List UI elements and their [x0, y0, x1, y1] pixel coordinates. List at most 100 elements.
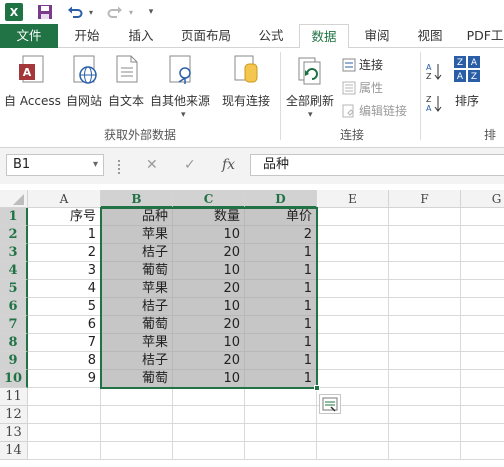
cell-a2[interactable]: 1 — [28, 226, 101, 244]
cell-g11[interactable] — [461, 388, 504, 406]
cell-a4[interactable]: 3 — [28, 262, 101, 280]
from-other-sources-button[interactable]: 自其他来源 — [150, 54, 210, 109]
cell-a7[interactable]: 6 — [28, 316, 101, 334]
cell-f14[interactable] — [389, 442, 461, 460]
cell-g13[interactable] — [461, 424, 504, 442]
cell-g1[interactable] — [461, 208, 504, 226]
cell-e7[interactable] — [317, 316, 389, 334]
cell-e2[interactable] — [317, 226, 389, 244]
cell-d9[interactable]: 1 — [245, 352, 317, 370]
tab-review[interactable]: 审阅 — [352, 24, 402, 48]
column-header-c[interactable]: C — [173, 190, 245, 208]
cell-b7[interactable]: 葡萄 — [101, 316, 173, 334]
name-box-dropdown-icon[interactable]: ▾ — [93, 155, 98, 175]
refresh-dropdown-icon[interactable]: ▾ — [308, 110, 313, 120]
row-header-8[interactable]: 8 — [0, 334, 28, 352]
cell-g12[interactable] — [461, 406, 504, 424]
connections-button[interactable]: 连接 — [342, 56, 383, 73]
row-header-13[interactable]: 13 — [0, 424, 28, 442]
cell-c14[interactable] — [173, 442, 245, 460]
row-header-10[interactable]: 10 — [0, 370, 28, 388]
undo-dropdown-icon[interactable]: ▾ — [86, 3, 96, 21]
tab-data[interactable]: 数据 — [299, 24, 349, 49]
row-header-6[interactable]: 6 — [0, 298, 28, 316]
cell-a1[interactable]: 序号 — [28, 208, 101, 226]
cell-d11[interactable] — [245, 388, 317, 406]
cell-e3[interactable] — [317, 244, 389, 262]
cell-g7[interactable] — [461, 316, 504, 334]
cell-a11[interactable] — [28, 388, 101, 406]
cell-f6[interactable] — [389, 298, 461, 316]
cell-a5[interactable]: 4 — [28, 280, 101, 298]
column-header-d[interactable]: D — [245, 190, 317, 208]
tab-page-layout[interactable]: 页面布局 — [170, 24, 242, 48]
from-access-button[interactable]: A 自 Access — [4, 54, 61, 109]
row-header-4[interactable]: 4 — [0, 262, 28, 280]
cell-g14[interactable] — [461, 442, 504, 460]
cell-b6[interactable]: 桔子 — [101, 298, 173, 316]
cell-e13[interactable] — [317, 424, 389, 442]
cell-e14[interactable] — [317, 442, 389, 460]
column-header-g[interactable]: G — [461, 190, 504, 208]
cell-b3[interactable]: 桔子 — [101, 244, 173, 262]
from-web-button[interactable]: 自网站 — [66, 54, 102, 109]
cell-f11[interactable] — [389, 388, 461, 406]
cell-d6[interactable]: 1 — [245, 298, 317, 316]
cell-f12[interactable] — [389, 406, 461, 424]
cell-d7[interactable]: 1 — [245, 316, 317, 334]
cell-d12[interactable] — [245, 406, 317, 424]
undo-icon[interactable] — [66, 3, 84, 21]
cell-b5[interactable]: 苹果 — [101, 280, 173, 298]
cell-f7[interactable] — [389, 316, 461, 334]
cell-e9[interactable] — [317, 352, 389, 370]
cell-b12[interactable] — [101, 406, 173, 424]
cell-e6[interactable] — [317, 298, 389, 316]
row-header-1[interactable]: 1 — [0, 208, 28, 226]
row-header-11[interactable]: 11 — [0, 388, 28, 406]
cell-f1[interactable] — [389, 208, 461, 226]
column-header-a[interactable]: A — [28, 190, 101, 208]
cell-f3[interactable] — [389, 244, 461, 262]
column-header-f[interactable]: F — [389, 190, 461, 208]
cell-d2[interactable]: 2 — [245, 226, 317, 244]
tab-pdf-tools[interactable]: PDF工 — [460, 24, 504, 48]
cell-e4[interactable] — [317, 262, 389, 280]
cell-f9[interactable] — [389, 352, 461, 370]
cell-d5[interactable]: 1 — [245, 280, 317, 298]
properties-button[interactable]: 属性 — [342, 79, 383, 96]
cell-c9[interactable]: 20 — [173, 352, 245, 370]
cell-b9[interactable]: 桔子 — [101, 352, 173, 370]
tab-view[interactable]: 视图 — [405, 24, 455, 48]
cell-f8[interactable] — [389, 334, 461, 352]
cell-d8[interactable]: 1 — [245, 334, 317, 352]
cell-g4[interactable] — [461, 262, 504, 280]
tab-home[interactable]: 开始 — [62, 24, 112, 48]
sort-descending-icon[interactable]: ZA — [426, 94, 442, 113]
sort-button[interactable]: ZAAZ 排序 — [452, 54, 482, 109]
cell-c13[interactable] — [173, 424, 245, 442]
cell-f4[interactable] — [389, 262, 461, 280]
cell-g3[interactable] — [461, 244, 504, 262]
other-sources-dropdown-icon[interactable]: ▾ — [181, 110, 186, 120]
cell-a9[interactable]: 8 — [28, 352, 101, 370]
cell-b4[interactable]: 葡萄 — [101, 262, 173, 280]
select-all-corner[interactable] — [0, 190, 28, 208]
quick-analysis-button[interactable] — [319, 394, 341, 414]
row-header-7[interactable]: 7 — [0, 316, 28, 334]
cell-b11[interactable] — [101, 388, 173, 406]
cell-d3[interactable]: 1 — [245, 244, 317, 262]
cell-f13[interactable] — [389, 424, 461, 442]
cell-g5[interactable] — [461, 280, 504, 298]
cell-a3[interactable]: 2 — [28, 244, 101, 262]
cell-g9[interactable] — [461, 352, 504, 370]
cell-c3[interactable]: 20 — [173, 244, 245, 262]
cell-c10[interactable]: 10 — [173, 370, 245, 388]
insert-function-icon[interactable]: fx — [222, 157, 235, 173]
column-header-b[interactable]: B — [101, 190, 173, 208]
cell-d4[interactable]: 1 — [245, 262, 317, 280]
formula-input[interactable]: 品种 — [250, 154, 504, 176]
name-box[interactable]: B1 ▾ — [6, 154, 104, 176]
cell-a12[interactable] — [28, 406, 101, 424]
redo-dropdown-icon[interactable]: ▾ — [126, 3, 136, 21]
enter-icon[interactable]: ✓ — [184, 157, 196, 173]
